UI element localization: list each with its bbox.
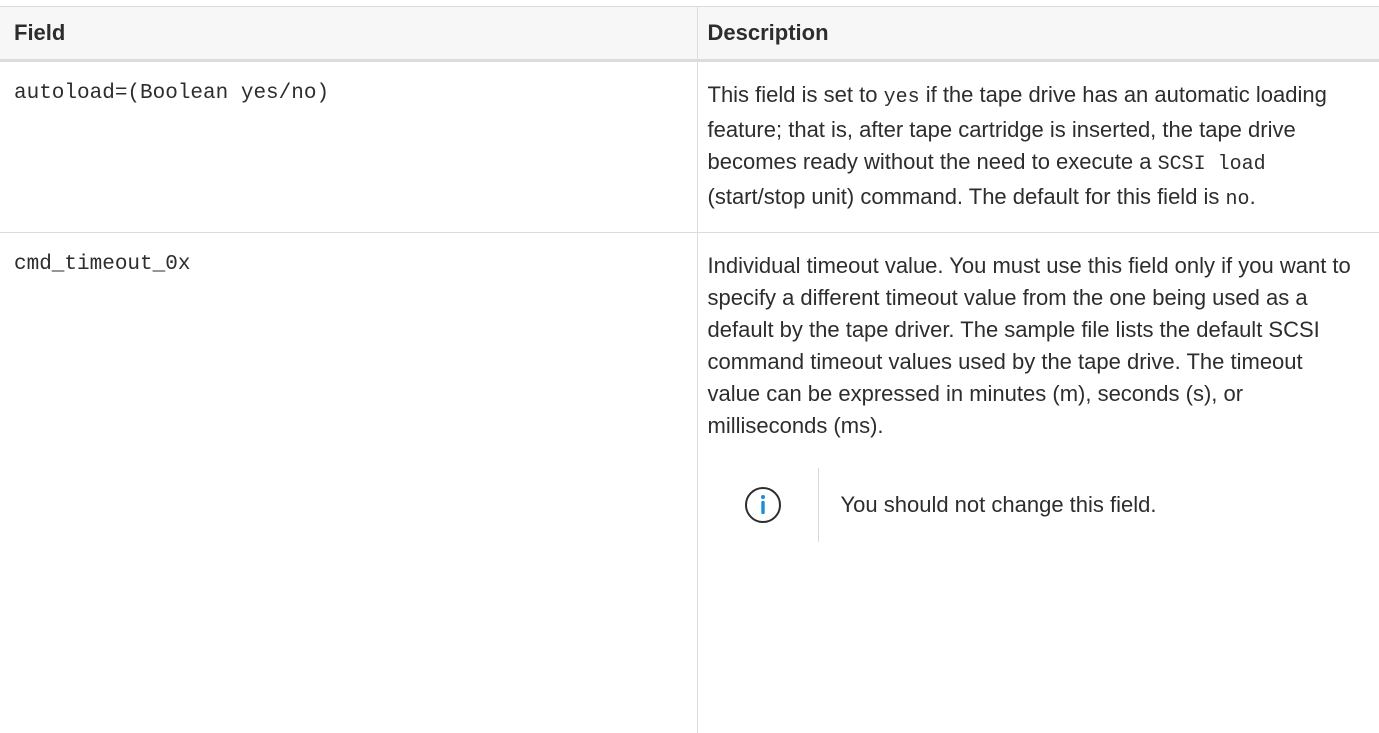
field-description: Individual timeout value. You must use t… (697, 233, 1379, 733)
note-admonition: You should not change this field. (708, 468, 1360, 542)
field-name: autoload=(Boolean yes/no) (0, 60, 698, 233)
description-text: This field is set to (707, 82, 884, 107)
code-no: no (1225, 188, 1250, 211)
table-row: autoload=(Boolean yes/no) This field is … (0, 60, 1379, 233)
field-description: This field is set to yes if the tape dri… (697, 60, 1379, 233)
fields-table: Field Description autoload=(Boolean yes/… (0, 6, 1379, 733)
header-description: Description (697, 6, 1379, 62)
table-row: cmd_timeout_0x Individual timeout value.… (0, 232, 1379, 733)
table-header-row: Field Description (0, 6, 1379, 62)
note-text: You should not change this field. (840, 492, 1157, 517)
code-yes: yes (883, 86, 920, 109)
note-icon-container (708, 468, 819, 542)
code-scsi-load: SCSI load (1157, 153, 1266, 176)
description-text: Individual timeout value. You must use t… (707, 253, 1351, 438)
field-name: cmd_timeout_0x (0, 232, 698, 733)
header-field: Field (0, 6, 698, 62)
description-text: . (1249, 184, 1256, 209)
description-text: (start/stop unit) command. The default f… (707, 184, 1226, 209)
info-icon (744, 487, 781, 523)
